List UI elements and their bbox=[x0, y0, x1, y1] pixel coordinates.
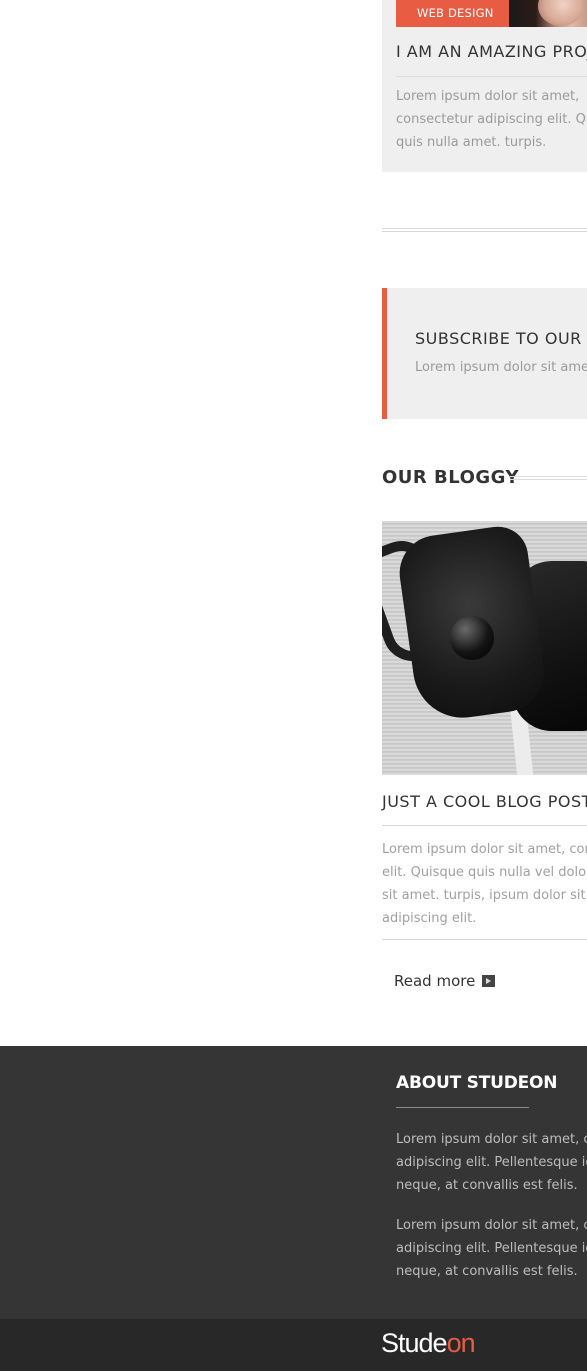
category-tag[interactable]: WEB DESIGN bbox=[396, 0, 509, 27]
divider bbox=[382, 825, 587, 826]
blog-post-title[interactable]: JUST A COOL BLOG POST T bbox=[382, 792, 587, 811]
section-divider bbox=[382, 228, 587, 232]
about-paragraph-2: Lorem ipsum dolor sit amet, co adipiscin… bbox=[396, 1218, 587, 1279]
chevron-right-icon bbox=[482, 975, 496, 987]
blog-post-excerpt: Lorem ipsum dolor sit amet, cons elit. Q… bbox=[382, 842, 587, 926]
portfolio-excerpt: Lorem ipsum dolor sit amet, consectetur … bbox=[396, 89, 587, 150]
subscribe-box bbox=[382, 288, 587, 419]
portfolio-thumbnail[interactable] bbox=[508, 0, 587, 27]
portfolio-title[interactable]: I AM AN AMAZING PROJ bbox=[396, 42, 587, 61]
about-title: ABOUT STUDEON bbox=[396, 1073, 558, 1093]
about-divider bbox=[396, 1107, 529, 1108]
read-more-link[interactable]: Read more bbox=[394, 972, 496, 990]
divider bbox=[382, 939, 587, 940]
site-logo[interactable]: Studeon bbox=[381, 1328, 476, 1359]
subscribe-title: SUBSCRIBE TO OUR NE bbox=[415, 329, 587, 348]
heading-divider bbox=[510, 476, 587, 480]
bottom-bar bbox=[0, 1319, 587, 1371]
subscribe-text: Lorem ipsum dolor sit amet bbox=[415, 360, 587, 375]
read-more-label: Read more bbox=[394, 972, 476, 990]
blog-heading: OUR BLOGGY bbox=[382, 467, 520, 488]
blog-post-image[interactable] bbox=[382, 521, 587, 775]
divider bbox=[396, 76, 587, 77]
about-paragraph-1: Lorem ipsum dolor sit amet, co adipiscin… bbox=[396, 1132, 587, 1193]
